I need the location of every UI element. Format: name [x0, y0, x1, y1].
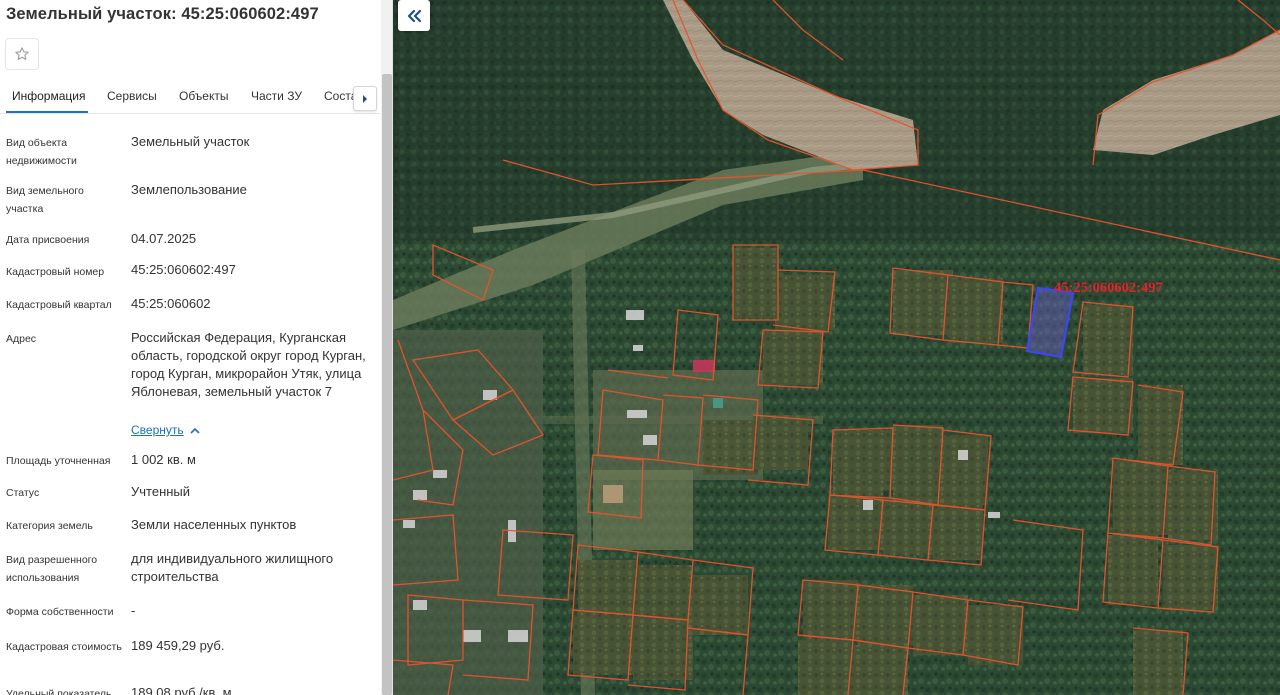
active-tab-indicator: [6, 111, 88, 113]
tab-services[interactable]: Сервисы: [107, 89, 157, 103]
star-icon: [15, 47, 29, 60]
tab-info[interactable]: Информация: [12, 89, 85, 103]
field-value-permitted-use: для индивидуального жилищного строительс…: [131, 551, 334, 584]
field-label-status: Статус: [6, 487, 40, 499]
field-label-unit-value: Удельный показатель: [6, 688, 112, 695]
chevron-up-icon: [190, 427, 200, 434]
field-label-cadastral-value: Кадастровая стоимость: [6, 641, 122, 653]
tab-bar: Информация Сервисы Объекты Части ЗУ Сост…: [0, 80, 380, 114]
field-label-permitted-use: Вид разрешенного использования: [6, 554, 98, 584]
info-panel: Земельный участок: 45:25:060602:497 Инфо…: [0, 0, 393, 695]
field-label-assignment-date: Дата присвоения: [6, 234, 90, 246]
favorite-button[interactable]: [5, 38, 39, 70]
field-value-parcel-type: Землепользование: [131, 182, 247, 197]
collapse-link-label: Свернуть: [131, 423, 184, 437]
page-title: Земельный участок: 45:25:060602:497: [6, 5, 319, 23]
field-value-unit-value: 189,08 руб./кв. м: [131, 685, 232, 695]
field-value-cadastral-quarter: 45:25:060602: [131, 296, 211, 311]
field-label-ownership: Форма собственности: [6, 606, 114, 618]
double-chevron-left-icon: [407, 9, 422, 22]
field-label-address: Адрес: [6, 333, 37, 345]
scrollbar-thumb[interactable]: [382, 74, 392, 695]
field-value-object-type: Земельный участок: [131, 134, 250, 149]
field-value-address: Российская Федерация, Курганская область…: [131, 330, 366, 399]
tabs-next-button[interactable]: [353, 86, 377, 111]
field-label-cadastral-number: Кадастровый номер: [6, 266, 105, 278]
field-label-land-category: Категория земель: [6, 520, 93, 532]
field-value-cadastral-value: 189 459,29 руб.: [131, 638, 225, 653]
field-value-ownership: -: [131, 603, 136, 618]
field-value-assignment-date: 04.07.2025: [131, 231, 197, 246]
map-imagery: [393, 0, 1280, 695]
field-label-cadastral-quarter: Кадастровый квартал: [6, 299, 112, 311]
tab-parts[interactable]: Части ЗУ: [251, 89, 302, 103]
tab-objects[interactable]: Объекты: [179, 89, 229, 103]
selected-parcel-label: 45:25:060602:497: [1054, 280, 1163, 296]
field-label-area: Площадь уточненная: [6, 455, 111, 467]
field-value-status: Учтенный: [131, 484, 191, 499]
satellite-map[interactable]: [393, 0, 1280, 695]
field-value-area: 1 002 кв. м: [131, 452, 196, 467]
field-label-parcel-type: Вид земельного участка: [6, 185, 84, 215]
field-label-object-type: Вид объекта недвижимости: [6, 137, 77, 167]
field-value-land-category: Земли населенных пунктов: [131, 517, 297, 532]
collapse-panel-button[interactable]: [398, 0, 430, 31]
chevron-right-icon: [363, 94, 367, 103]
field-value-cadastral-number: 45:25:060602:497: [131, 262, 236, 277]
collapse-address-link[interactable]: Свернуть: [131, 423, 200, 437]
